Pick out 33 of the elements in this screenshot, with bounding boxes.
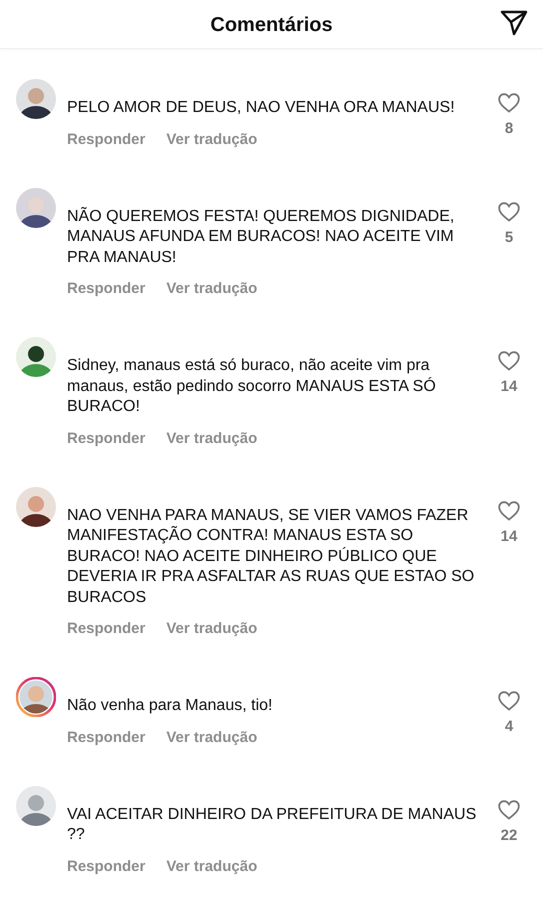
like-count: 5 xyxy=(504,228,514,246)
heart-icon[interactable] xyxy=(498,500,520,520)
like-count: 8 xyxy=(504,120,514,137)
heart-icon[interactable] xyxy=(498,691,520,711)
comment-text: VAI ACEITAR DINHEIRO DA PREFEITURA DE MANAUS ?? xyxy=(67,804,478,845)
heart-icon[interactable] xyxy=(498,800,520,820)
reply-link[interactable]: Responder xyxy=(67,858,146,874)
translate-link[interactable]: Ver tradução xyxy=(166,430,258,446)
heart-icon[interactable] xyxy=(498,202,520,222)
reply-link[interactable]: Responder xyxy=(67,620,146,637)
comment-text: Sidney, manaus está só buraco, não aceite vim pra manaus, estão pedindo socorro MANAUS ESTA SÓ BURACO! xyxy=(67,356,437,417)
reply-link[interactable]: Responder xyxy=(67,280,146,297)
window-title: Comentários xyxy=(210,12,333,36)
send-icon[interactable] xyxy=(500,10,528,36)
translate-link[interactable]: Ver tradução xyxy=(166,858,258,874)
heart-icon[interactable] xyxy=(498,93,520,113)
comment-text: NÃO QUEREMOS FESTA! QUEREMOS DIGNIDADE, MANAUS AFUNDA EM BURACOS! NAO ACEITE VIM PRA MANAUS! xyxy=(67,206,456,268)
reply-link[interactable]: Responder xyxy=(67,728,146,746)
reply-link[interactable]: Responder xyxy=(67,430,146,446)
translate-link[interactable]: Ver tradução xyxy=(166,130,258,148)
comment-text: NAO VENHA PARA MANAUS, SE VIER VAMOS FAZER MANIFESTAÇÃO CONTRA! MANAUS ESTA SO BURACO! NAO ACEITE DINHEIRO PÚBLICO QUE DEVERIA IR PRA ASFALTAR AS RUAS QUE ESTAO SO BURACOS xyxy=(67,506,476,608)
heart-icon[interactable] xyxy=(498,351,520,371)
like-count: 14 xyxy=(500,528,518,544)
story-ring[interactable] xyxy=(16,677,56,717)
translate-link[interactable]: Ver tradução xyxy=(166,280,258,297)
comment-text: PELO AMOR DE DEUS, NAO VENHA ORA MANAUS! xyxy=(67,98,456,118)
translate-link[interactable]: Ver tradução xyxy=(166,620,258,637)
like-count: 14 xyxy=(500,378,518,395)
reply-link[interactable]: Responder xyxy=(67,130,146,148)
like-count: 22 xyxy=(500,826,518,844)
like-count: 4 xyxy=(504,718,514,735)
translate-link[interactable]: Ver tradução xyxy=(166,728,258,746)
comment-text: Não venha para Manaus, tio! xyxy=(67,696,274,716)
